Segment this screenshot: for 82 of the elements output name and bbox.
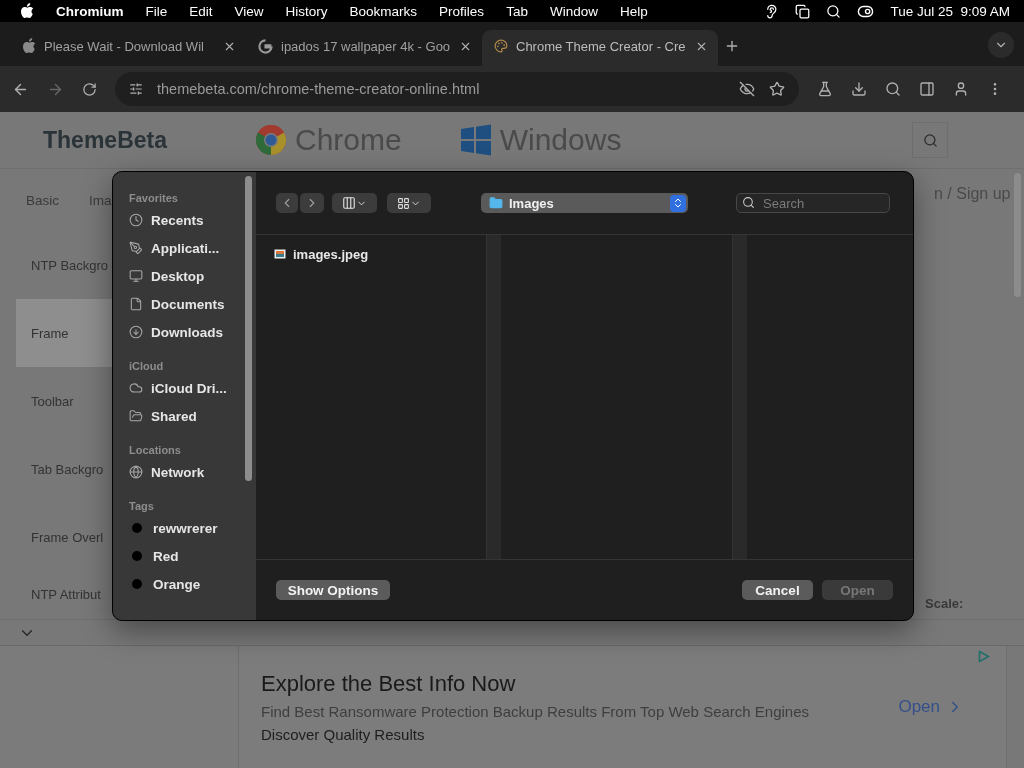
- file-name[interactable]: images.jpeg: [293, 246, 369, 262]
- star-icon[interactable]: [769, 81, 785, 97]
- scale-label: Scale:: [924, 596, 965, 611]
- apple-logo[interactable]: [20, 3, 34, 19]
- palette-icon: [494, 39, 508, 53]
- menu-item[interactable]: Help: [619, 3, 648, 19]
- browser-tab[interactable]: Chrome Theme Creator - Cre: [482, 30, 718, 66]
- sidebar-item[interactable]: Applicati...: [129, 234, 256, 262]
- stepper-icon: [670, 194, 686, 212]
- globe-icon: [129, 465, 143, 479]
- side-panel-icon[interactable]: [919, 81, 935, 97]
- profile-icon[interactable]: [953, 81, 969, 97]
- menu-item[interactable]: History: [285, 3, 328, 19]
- ad-title: Explore the Best Info Now: [261, 671, 517, 697]
- search-icon: [742, 196, 755, 209]
- ad-description: Find Best Ransomware Protection Backup Results From Top Web Search Engines: [261, 703, 811, 720]
- monitor-icon: [129, 269, 143, 283]
- browser-tab[interactable]: ipados 17 wallpaper 4k - Goo: [246, 30, 482, 66]
- search-icon[interactable]: [885, 81, 901, 97]
- grid-icon: [397, 196, 410, 210]
- menu-item[interactable]: Edit: [189, 3, 213, 19]
- menu-item[interactable]: Profiles: [439, 3, 485, 19]
- apple-icon: [22, 38, 36, 54]
- flask-icon[interactable]: [817, 81, 833, 97]
- sidebar-item[interactable]: Orange: [129, 570, 256, 598]
- sidebar-heading: Tags: [129, 499, 155, 514]
- google-icon: [258, 38, 273, 54]
- tag-dot: [132, 579, 142, 589]
- ad-subtitle: Discover Quality Results: [261, 726, 426, 743]
- search-icon[interactable]: [826, 3, 842, 19]
- location-popup[interactable]: Images: [481, 193, 688, 213]
- menu-item[interactable]: Bookmarks: [349, 3, 418, 19]
- reload-icon[interactable]: [82, 81, 97, 97]
- forward-button[interactable]: [300, 193, 324, 213]
- browser-tab[interactable]: Please Wait - Download Wil: [10, 30, 246, 66]
- sidebar-item[interactable]: rewwrerer: [129, 514, 256, 542]
- menu-item[interactable]: File: [145, 3, 168, 19]
- eye-off-icon[interactable]: [739, 81, 755, 97]
- sidebar-item[interactable]: Downloads: [129, 318, 256, 346]
- search-icon: [922, 132, 938, 148]
- sidebar-heading: Favorites: [129, 191, 179, 206]
- sidebar-item[interactable]: iCloud Dri...: [129, 374, 256, 402]
- site-settings-icon[interactable]: [129, 82, 143, 96]
- group-button[interactable]: [387, 193, 431, 213]
- sidebar-item[interactable]: Network: [129, 458, 256, 486]
- tag-dot: [132, 523, 142, 533]
- search-field[interactable]: Search: [736, 193, 890, 213]
- folder-icon: [489, 196, 503, 210]
- columns-icon: [342, 196, 356, 210]
- tab-search-icon[interactable]: [988, 32, 1014, 58]
- sidebar-item[interactable]: Red: [129, 542, 256, 570]
- cloud-icon: [129, 381, 143, 395]
- sidebar-item[interactable]: Desktop: [129, 262, 256, 290]
- pen-tool-icon: [129, 241, 143, 255]
- sidebar-heading: iCloud: [129, 359, 165, 374]
- settings-item[interactable]: Frame: [16, 299, 112, 367]
- menu-item[interactable]: Window: [549, 3, 598, 19]
- tag-dot: [132, 551, 142, 561]
- scrollbar-thumb[interactable]: [245, 176, 252, 481]
- menu-item[interactable]: Tab: [506, 3, 528, 19]
- download-icon[interactable]: [851, 81, 867, 97]
- view-mode-button[interactable]: [332, 193, 377, 213]
- back-button[interactable]: [276, 193, 298, 213]
- sidebar-item[interactable]: Recents: [129, 206, 256, 234]
- sidebar-item[interactable]: Documents: [129, 290, 256, 318]
- folder-icon: [129, 409, 143, 423]
- windows-logo: [459, 124, 492, 156]
- document-icon: [129, 297, 143, 311]
- chrome-logo: [255, 124, 287, 156]
- app-menu[interactable]: Chromium: [56, 3, 124, 19]
- download-icon: [129, 325, 143, 339]
- dialog-button[interactable]: Show Options: [276, 580, 390, 600]
- new-tab-icon[interactable]: [724, 38, 740, 54]
- image-file-icon: [274, 249, 286, 259]
- dialog-button[interactable]: Cancel: [742, 580, 813, 600]
- sidebar-item[interactable]: Shared: [129, 402, 256, 430]
- address-bar[interactable]: themebeta.com/chrome-theme-creator-online.html: [115, 72, 799, 106]
- menu-clock[interactable]: Tue Jul 25 9:09 AM: [890, 3, 1010, 19]
- menu-item[interactable]: View: [234, 3, 264, 19]
- screens-icon[interactable]: [795, 3, 811, 19]
- clock-icon: [129, 213, 143, 227]
- sidebar-heading: Locations: [129, 443, 182, 458]
